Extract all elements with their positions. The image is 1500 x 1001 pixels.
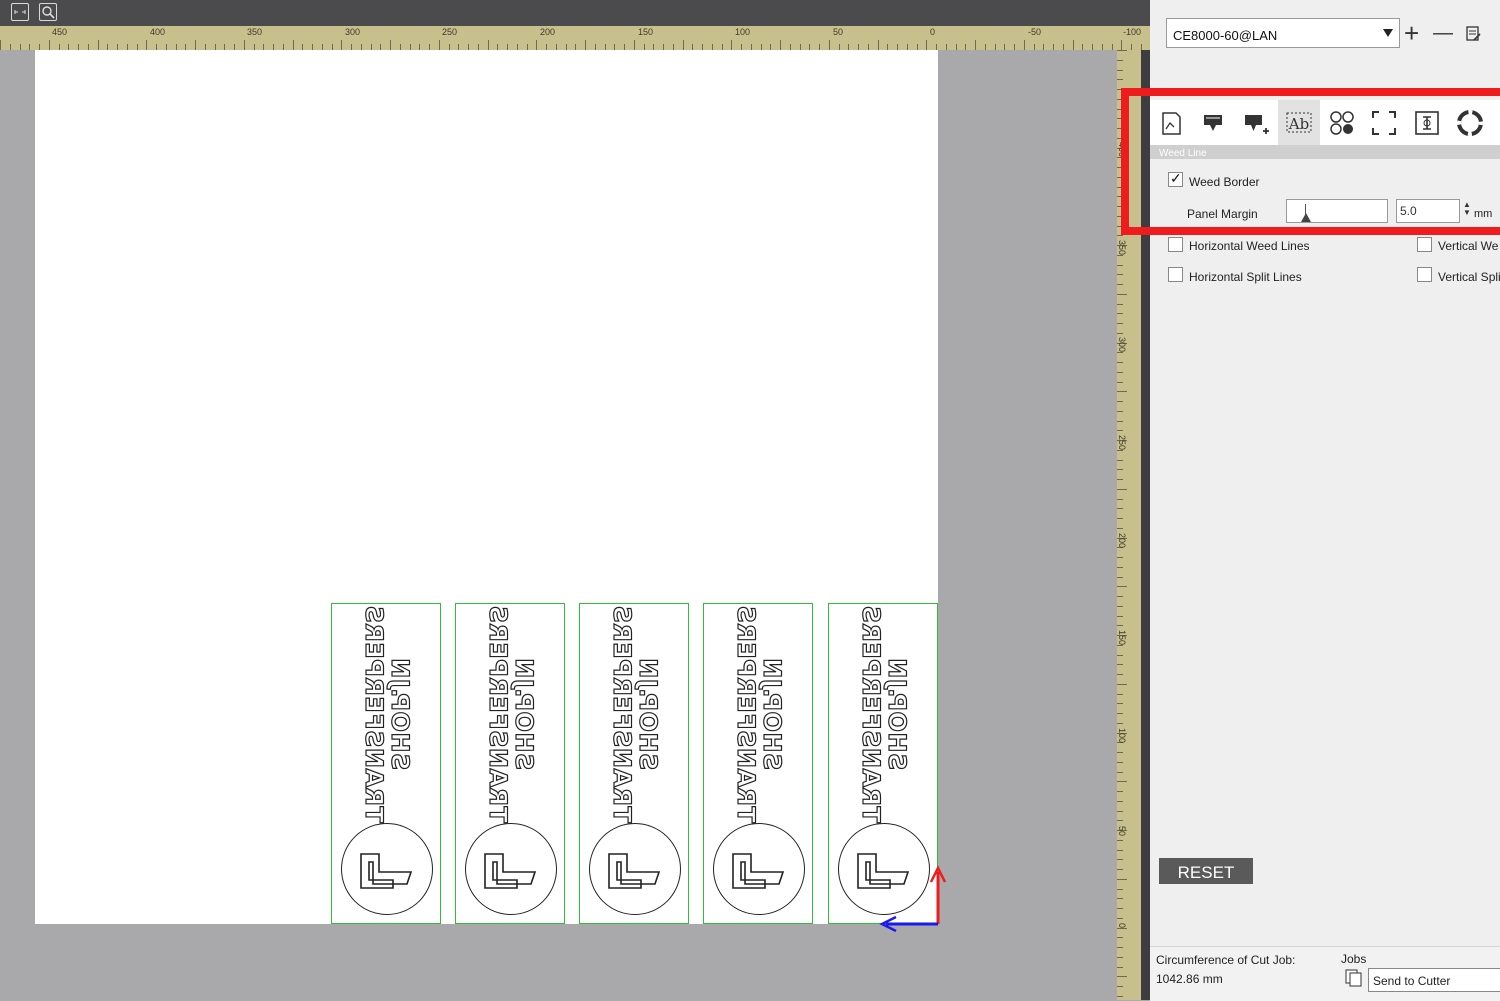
ruler-label: 250 [442,27,458,37]
ruler-label: 300 [345,27,361,37]
device-select-value: CE8000-60@LAN [1173,28,1278,43]
ruler-label: 450 [52,27,68,37]
logo-icon [713,823,805,915]
ruler-label: 150 [1117,630,1127,646]
circumference-value: 1042.86 mm [1156,972,1223,986]
logo-icon [465,823,557,915]
add-device-button[interactable]: + [1404,20,1419,46]
send-to-cutter-button[interactable]: Send to Cutter [1368,968,1500,992]
chevron-down-icon [1383,29,1393,37]
horizontal-ruler: 450 400 350 300 250 200 150 100 50 0 -50 -100 [0,26,1150,50]
vertical-weed-lines-label: Vertical We [1438,239,1499,253]
zoom-icon[interactable] [39,3,57,21]
horizontal-weed-lines-checkbox[interactable] [1168,237,1183,252]
ruler-label: 250 [1117,435,1127,451]
jobs-icon[interactable] [1344,968,1364,988]
ruler-label: 300 [1117,337,1127,353]
horizontal-weed-lines-label: Horizontal Weed Lines [1189,239,1310,253]
strip-text: SHOP.JN TRANSFERPERS [483,604,538,823]
ruler-label: 50 [1117,826,1127,837]
horizontal-split-lines-label: Horizontal Split Lines [1189,270,1302,284]
highlight-box [1121,88,1500,235]
ruler-label: 100 [735,27,751,37]
ruler-label: 50 [833,27,844,37]
ruler-label: -50 [1028,27,1042,37]
logo-icon [589,823,681,915]
horizontal-split-lines-checkbox[interactable] [1168,267,1183,282]
remove-device-button[interactable]: — [1433,20,1453,46]
design-strip[interactable]: SHOP.JN TRANSFERPERS [331,603,441,924]
circumference-label: Circumference of Cut Job: [1156,953,1296,967]
origin-axes-icon [879,865,947,933]
design-strip[interactable]: SHOP.JN TRANSFERPERS [703,603,813,924]
jobs-label: Jobs [1341,952,1367,966]
vertical-split-lines-checkbox[interactable] [1417,267,1432,282]
strip-text: SHOP.JN TRANSFERPERS [359,604,414,823]
ruler-label: 350 [1117,240,1127,256]
ruler-label: 200 [540,27,556,37]
vertical-weed-lines-checkbox[interactable] [1417,237,1432,252]
ruler-label: 150 [638,27,654,37]
device-select[interactable]: CE8000-60@LAN [1166,18,1400,48]
top-toolbar [0,0,1150,26]
ruler-label: -100 [1123,27,1142,37]
ruler-label: 100 [1117,728,1127,744]
device-properties-icon[interactable] [1465,25,1483,43]
fit-page-icon[interactable] [11,3,29,21]
ruler-label: 0 [930,27,936,37]
ruler-label: 350 [247,27,263,37]
strip-text: SHOP.JN TRANSFERPERS [856,604,911,823]
logo-icon [341,823,433,915]
vertical-split-lines-label: Vertical Spli [1438,270,1500,284]
strip-text: SHOP.JN TRANSFERPERS [607,604,662,823]
ruler-label: 200 [1117,533,1127,549]
reset-button[interactable]: RESET [1159,858,1253,884]
ruler-label: 0 [1117,923,1127,929]
ruler-label: 400 [150,27,166,37]
design-strip[interactable]: SHOP.JN TRANSFERPERS [455,603,565,924]
strip-text: SHOP.JN TRANSFERPERS [731,604,786,823]
design-strip[interactable]: SHOP.JN TRANSFERPERS [579,603,689,924]
